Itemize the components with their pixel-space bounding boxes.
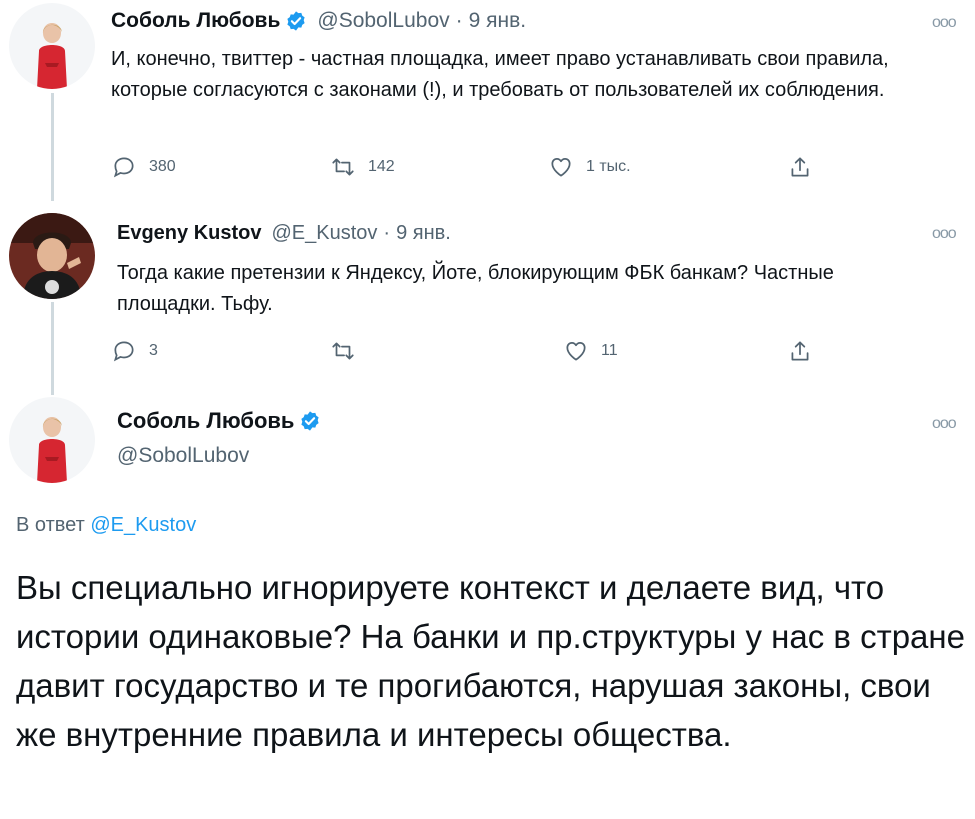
author-handle[interactable]: @SobolLubov bbox=[317, 9, 449, 33]
like-button[interactable]: 1 тыс. bbox=[548, 154, 631, 180]
more-options-icon[interactable]: ooo bbox=[932, 14, 962, 31]
like-button[interactable]: 11 bbox=[563, 338, 618, 364]
reply-icon bbox=[113, 341, 134, 362]
tweet-date[interactable]: 9 янв. bbox=[396, 222, 451, 245]
reply-count: 380 bbox=[149, 158, 176, 175]
avatar-kustov[interactable] bbox=[9, 213, 95, 299]
reply-button[interactable]: 380 bbox=[111, 154, 176, 180]
thread-connector-line bbox=[51, 302, 54, 395]
reply-prefix: В ответ bbox=[16, 514, 85, 536]
retweet-button[interactable] bbox=[330, 338, 368, 364]
tweet2-text: Тогда какие претензии к Яндексу, Йоте, б… bbox=[117, 262, 834, 315]
reply-to-handle-link[interactable]: @E_Kustov bbox=[90, 514, 196, 536]
separator-dot: · bbox=[383, 222, 391, 244]
tweet2-header: Evgeny Kustov @E_Kustov · 9 янв. bbox=[117, 222, 451, 245]
author-name[interactable]: Соболь Любовь bbox=[111, 9, 280, 33]
retweet-icon bbox=[332, 158, 354, 176]
heart-icon bbox=[551, 158, 571, 177]
separator-dot: · bbox=[455, 9, 463, 32]
author-handle[interactable]: @SobolLubov bbox=[117, 444, 249, 468]
tweet-date[interactable]: 9 янв. bbox=[469, 9, 526, 33]
like-count: 11 bbox=[601, 342, 618, 359]
avatar-sobol-1[interactable] bbox=[9, 3, 95, 89]
share-icon bbox=[791, 341, 809, 361]
author-handle[interactable]: @E_Kustov bbox=[271, 222, 377, 245]
avatar-sobol-2[interactable] bbox=[9, 397, 95, 483]
retweet-icon bbox=[332, 342, 354, 360]
retweet-count: 142 bbox=[368, 158, 395, 175]
retweet-button[interactable]: 142 bbox=[330, 154, 395, 180]
reply-count: 3 bbox=[149, 342, 158, 359]
heart-icon bbox=[566, 342, 586, 361]
verified-badge-icon bbox=[285, 10, 307, 32]
tweet1-header: Соболь Любовь @SobolLubov · 9 янв. bbox=[111, 9, 526, 33]
verified-badge-icon bbox=[299, 410, 321, 432]
like-count: 1 тыс. bbox=[586, 158, 631, 175]
reply-button[interactable]: 3 bbox=[111, 338, 158, 364]
tweet1-text: И, конечно, твиттер - частная площадка, … bbox=[111, 48, 889, 101]
tweet3-header: Соболь Любовь bbox=[117, 408, 321, 434]
author-name[interactable]: Соболь Любовь bbox=[117, 408, 294, 434]
share-button[interactable] bbox=[787, 338, 825, 364]
reply-context: В ответ @E_Kustov bbox=[16, 514, 196, 537]
share-button[interactable] bbox=[787, 154, 825, 180]
more-options-icon[interactable]: ooo bbox=[932, 225, 962, 242]
share-icon bbox=[791, 157, 809, 177]
author-name[interactable]: Evgeny Kustov bbox=[117, 222, 261, 245]
more-options-icon[interactable]: ooo bbox=[932, 415, 962, 432]
tweet3-text: Вы специально игнорируете контекст и дел… bbox=[16, 569, 965, 753]
thread-connector-line bbox=[51, 93, 54, 201]
reply-icon bbox=[113, 157, 134, 178]
